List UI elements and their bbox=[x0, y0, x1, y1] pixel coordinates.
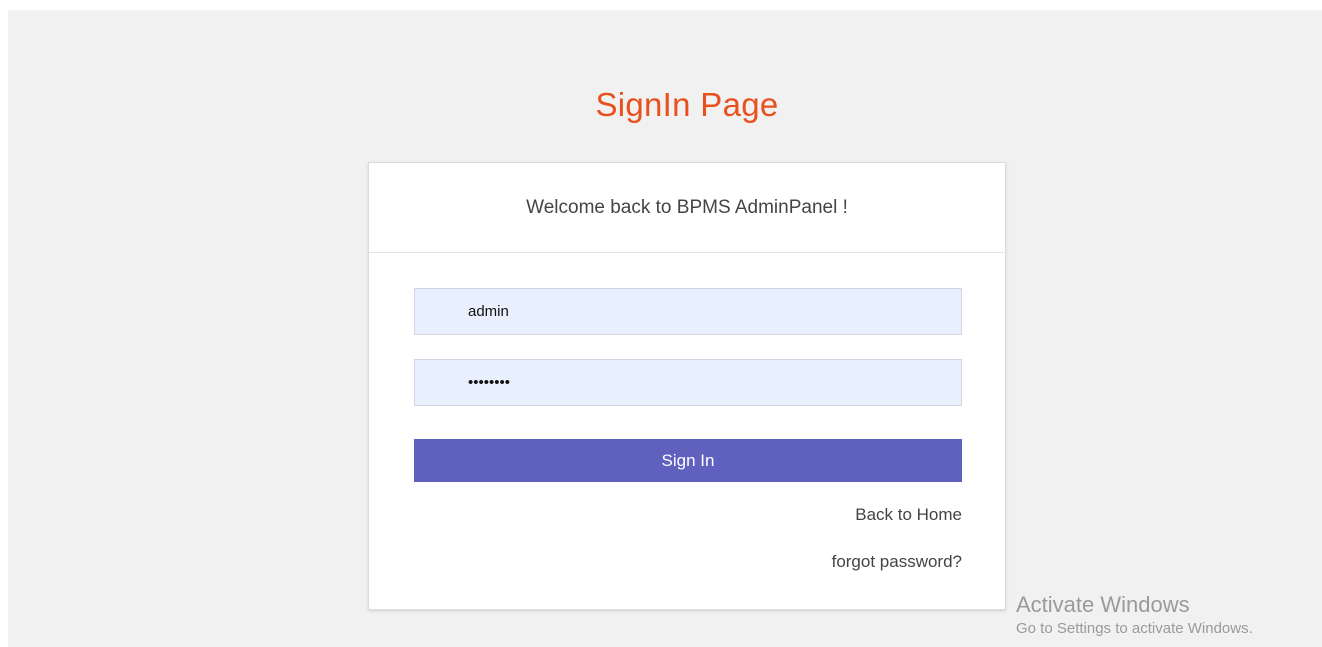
page-title: SignIn Page bbox=[595, 86, 779, 123]
activate-windows-watermark: Activate Windows Go to Settings to activ… bbox=[1016, 592, 1253, 637]
username-field[interactable] bbox=[414, 288, 962, 335]
back-to-home-link[interactable]: Back to Home bbox=[855, 505, 962, 525]
signin-button[interactable]: Sign In bbox=[414, 439, 962, 482]
welcome-message: Welcome back to BPMS AdminPanel ! bbox=[369, 163, 1005, 253]
forgot-password-link[interactable]: forgot password? bbox=[832, 552, 962, 572]
watermark-subtitle: Go to Settings to activate Windows. bbox=[1016, 620, 1253, 637]
watermark-title: Activate Windows bbox=[1016, 592, 1190, 617]
signin-card: Welcome back to BPMS AdminPanel ! Sign I… bbox=[368, 162, 1006, 610]
password-field[interactable] bbox=[414, 359, 962, 406]
